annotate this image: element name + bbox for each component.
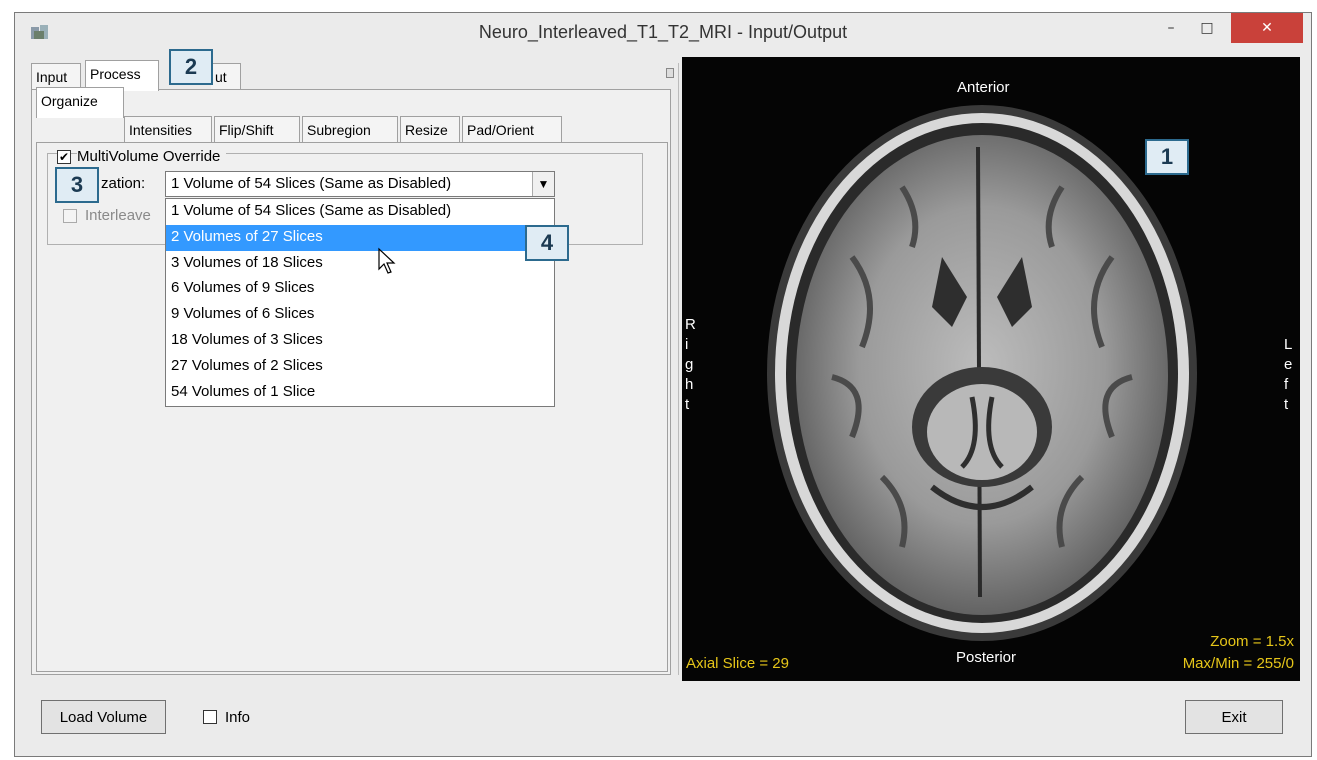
dropdown-option[interactable]: 18 Volumes of 3 Slices	[166, 328, 554, 354]
tab-organize[interactable]: Organize	[36, 87, 124, 118]
posterior-label: Posterior	[956, 649, 1017, 666]
maxmin-info: Max/Min = 255/0	[1182, 655, 1294, 672]
app-window: Neuro_Interleaved_T1_T2_MRI - Input/Outp…	[14, 12, 1312, 757]
tab-flip-shift[interactable]: Flip/Shift	[214, 116, 300, 144]
tab-subregion[interactable]: Subregion	[302, 116, 398, 144]
maximize-button[interactable]: □	[1189, 13, 1225, 43]
dropdown-option[interactable]: 54 Volumes of 1 Slice	[166, 380, 554, 406]
brain-mri-image	[682, 57, 1300, 681]
select-value: 1 Volume of 54 Slices (Same as Disabled)	[171, 175, 452, 192]
dropdown-option[interactable]: 27 Volumes of 2 Slices	[166, 354, 554, 380]
multivolume-label: MultiVolume Override	[77, 148, 227, 165]
callout-4: 4	[525, 225, 569, 261]
mouse-cursor-icon	[378, 247, 396, 274]
tab-intensities[interactable]: Intensities	[124, 116, 212, 144]
interleave-label: Interleave	[85, 207, 151, 224]
dropdown-option[interactable]: 1 Volume of 54 Slices (Same as Disabled)	[166, 199, 554, 225]
splitter-handle[interactable]	[666, 68, 674, 78]
anterior-label: Anterior	[957, 79, 1010, 96]
interleave-checkbox[interactable]	[63, 209, 77, 223]
callout-3: 3	[55, 167, 99, 203]
organization-select[interactable]: 1 Volume of 54 Slices (Same as Disabled)…	[165, 171, 555, 197]
organization-label: zation:	[101, 175, 146, 192]
tab-pad-orient[interactable]: Pad/Orient	[462, 116, 562, 144]
load-volume-button[interactable]: Load Volume	[41, 700, 166, 734]
right-label: R i g h t	[685, 316, 696, 413]
info-checkbox[interactable]	[203, 710, 217, 724]
dropdown-option[interactable]: 9 Volumes of 6 Slices	[166, 302, 554, 328]
callout-1: 1	[1145, 139, 1189, 175]
organization-dropdown-list[interactable]: 1 Volume of 54 Slices (Same as Disabled)…	[165, 198, 555, 407]
left-pane: Input Process ut Organize Intensities Fl…	[31, 60, 671, 675]
title-bar[interactable]: Neuro_Interleaved_T1_T2_MRI - Input/Outp…	[15, 13, 1311, 53]
left-label: L e f t	[1284, 336, 1293, 413]
minimize-icon: –	[1167, 20, 1175, 36]
multivolume-checkbox[interactable]: ✔	[57, 150, 71, 164]
minimize-button[interactable]: –	[1153, 13, 1189, 43]
dropdown-option[interactable]: 6 Volumes of 9 Slices	[166, 276, 554, 302]
exit-button[interactable]: Exit	[1185, 700, 1283, 734]
close-icon: ✕	[1261, 20, 1273, 36]
image-viewer[interactable]: Anterior Posterior R i g h t L e f t Axi…	[682, 57, 1300, 681]
chevron-down-icon[interactable]: ▼	[532, 172, 554, 196]
slice-info: Axial Slice = 29	[686, 655, 789, 672]
zoom-info: Zoom = 1.5x	[1210, 633, 1294, 650]
bottom-bar: Load Volume Info Exit	[15, 681, 1311, 756]
dropdown-option-highlighted[interactable]: 2 Volumes of 27 Slices	[166, 224, 554, 251]
tab-resize[interactable]: Resize	[400, 116, 460, 144]
window-title: Neuro_Interleaved_T1_T2_MRI - Input/Outp…	[478, 22, 848, 42]
callout-2: 2	[169, 49, 213, 85]
dropdown-option[interactable]: 3 Volumes of 18 Slices	[166, 251, 554, 277]
tab-output[interactable]: ut	[211, 63, 241, 91]
maximize-icon: □	[1200, 20, 1214, 36]
close-button[interactable]: ✕	[1231, 13, 1303, 43]
info-label: Info	[225, 709, 251, 726]
